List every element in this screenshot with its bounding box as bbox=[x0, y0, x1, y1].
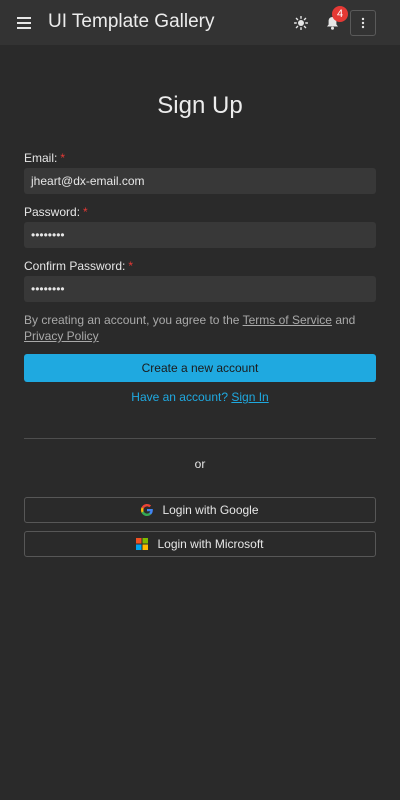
menu-icon bbox=[17, 17, 31, 29]
login-google-button[interactable]: Login with Google bbox=[24, 497, 376, 523]
confirm-password-field[interactable]: •••••••• bbox=[24, 276, 376, 302]
terms-of-service-link[interactable]: Terms of Service bbox=[243, 313, 332, 327]
notification-badge: 4 bbox=[332, 6, 348, 22]
confirm-password-label: Confirm Password: * bbox=[24, 259, 133, 273]
app-title: UI Template Gallery bbox=[48, 11, 215, 32]
login-microsoft-button[interactable]: Login with Microsoft bbox=[24, 531, 376, 557]
more-vertical-icon bbox=[361, 17, 365, 29]
menu-button[interactable] bbox=[12, 12, 36, 34]
page-title: Sign Up bbox=[157, 92, 243, 119]
or-separator: or bbox=[194, 457, 206, 471]
email-label-text: Email: bbox=[24, 151, 58, 165]
divider bbox=[24, 438, 376, 439]
password-field[interactable]: •••••••• bbox=[24, 222, 376, 248]
sign-in-link[interactable]: Sign In bbox=[231, 390, 268, 404]
app-header: UI Template Gallery 4 bbox=[0, 0, 400, 45]
sun-icon bbox=[294, 16, 308, 30]
email-label: Email: * bbox=[24, 151, 65, 165]
signin-row: Have an account? Sign In bbox=[0, 390, 400, 404]
have-account-text: Have an account? bbox=[131, 390, 229, 404]
password-label: Password: * bbox=[24, 205, 88, 219]
required-mark: * bbox=[60, 151, 66, 165]
terms-and: and bbox=[335, 313, 356, 327]
login-google-label: Login with Google bbox=[162, 503, 259, 517]
more-options-button[interactable] bbox=[350, 10, 376, 36]
theme-toggle-button[interactable] bbox=[290, 12, 312, 34]
create-account-button[interactable]: Create a new account bbox=[24, 354, 376, 382]
google-icon bbox=[141, 504, 154, 516]
privacy-policy-link[interactable]: Privacy Policy bbox=[24, 329, 99, 343]
login-microsoft-label: Login with Microsoft bbox=[157, 537, 264, 551]
terms-prefix: By creating an account, you agree to the bbox=[24, 313, 240, 327]
required-mark: * bbox=[128, 259, 134, 273]
password-label-text: Password: bbox=[24, 205, 81, 219]
confirm-password-label-text: Confirm Password: bbox=[24, 259, 126, 273]
required-mark: * bbox=[83, 205, 88, 219]
email-field[interactable]: jheart@dx-email.com bbox=[24, 168, 376, 194]
terms-text: By creating an account, you agree to the… bbox=[24, 312, 376, 344]
microsoft-icon bbox=[136, 538, 149, 550]
